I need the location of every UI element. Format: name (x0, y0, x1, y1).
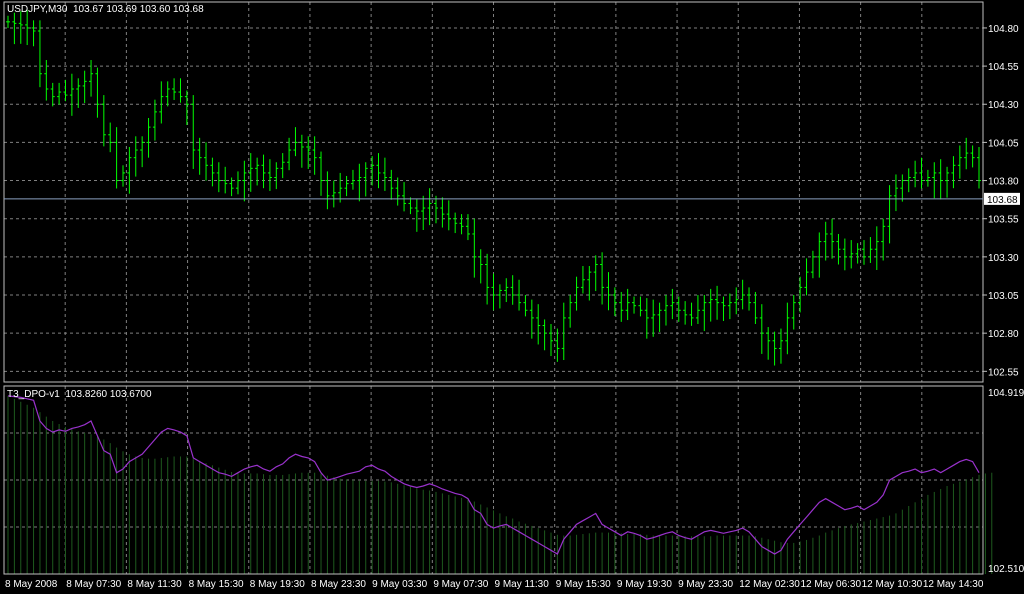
price-tick-label: 103.80 (988, 177, 1019, 188)
price-tick-label: 103.55 (988, 215, 1019, 226)
indicator-name: T3_DPO-v1 (7, 389, 60, 400)
indicator-tick-label: 102.5105 (988, 564, 1024, 575)
time-tick-label: 12 May 02:30 (739, 579, 800, 590)
main-chart-title: USDJPY,M30 103.67 103.69 103.60 103.68 (7, 4, 204, 15)
price-tick-label: 104.55 (988, 62, 1019, 73)
time-tick-label: 8 May 2008 (5, 579, 58, 590)
time-tick-label: 9 May 23:30 (678, 579, 733, 590)
time-tick-label: 9 May 07:30 (433, 579, 488, 590)
indicator-tick-label: 104.9195 (988, 388, 1024, 399)
time-tick-label: 8 May 15:30 (189, 579, 244, 590)
time-tick-label: 8 May 23:30 (311, 579, 366, 590)
time-tick-label: 8 May 19:30 (250, 579, 305, 590)
price-tick-label: 104.80 (988, 24, 1019, 35)
price-tick-label: 103.05 (988, 291, 1019, 302)
price-tick-label: 104.30 (988, 100, 1019, 111)
time-tick-label: 12 May 14:30 (923, 579, 984, 590)
trading-chart[interactable]: 104.80 104.55 104.30 104.05 103.80 103.55 103.… (0, 0, 1024, 594)
time-tick-label: 12 May 10:30 (862, 579, 923, 590)
price-tick-label: 104.05 (988, 138, 1019, 149)
time-tick-label: 9 May 15:30 (556, 579, 611, 590)
price-tick-label: 102.55 (988, 367, 1019, 378)
price-tick-label: 102.80 (988, 329, 1019, 340)
indicator-histogram (7, 395, 993, 574)
time-tick-label: 9 May 19:30 (617, 579, 672, 590)
symbol-title: USDJPY,M30 (7, 4, 68, 15)
time-tick-label: 9 May 03:30 (372, 579, 427, 590)
indicator-readout: 103.8260 103.6700 (65, 389, 152, 400)
axes: 104.80 104.55 104.30 104.05 103.80 103.55 103.… (3, 1, 1024, 590)
indicator-title: T3_DPO-v1 103.8260 103.6700 (7, 389, 152, 400)
time-tick-label: 8 May 11:30 (127, 579, 182, 590)
time-tick-label: 8 May 07:30 (66, 579, 121, 590)
time-tick-label: 12 May 06:30 (800, 579, 861, 590)
time-tick-label: 9 May 11:30 (495, 579, 550, 590)
price-tick-label: 103.30 (988, 253, 1019, 264)
ohlc-readout: 103.67 103.69 103.60 103.68 (72, 4, 204, 15)
current-price-label: 103.68 (987, 195, 1018, 206)
